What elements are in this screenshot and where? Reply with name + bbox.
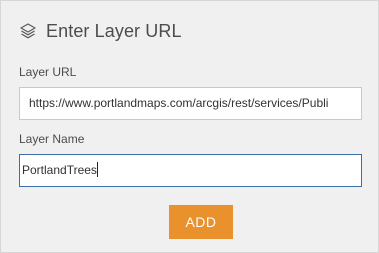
panel-header: Enter Layer URL	[19, 19, 182, 43]
panel-title: Enter Layer URL	[46, 20, 182, 41]
layer-url-label: Layer URL	[19, 65, 77, 79]
layers-icon	[19, 22, 37, 40]
layer-name-input[interactable]: PortlandTrees	[19, 154, 362, 187]
text-caret	[96, 162, 98, 178]
layer-name-value: PortlandTrees	[22, 163, 97, 177]
layer-url-input[interactable]: https://www.portlandmaps.com/arcgis/rest…	[19, 87, 362, 120]
add-button[interactable]: ADD	[169, 205, 233, 239]
layer-name-label: Layer Name	[19, 132, 85, 146]
enter-layer-url-panel: Enter Layer URL Layer URL https://www.po…	[0, 0, 379, 253]
